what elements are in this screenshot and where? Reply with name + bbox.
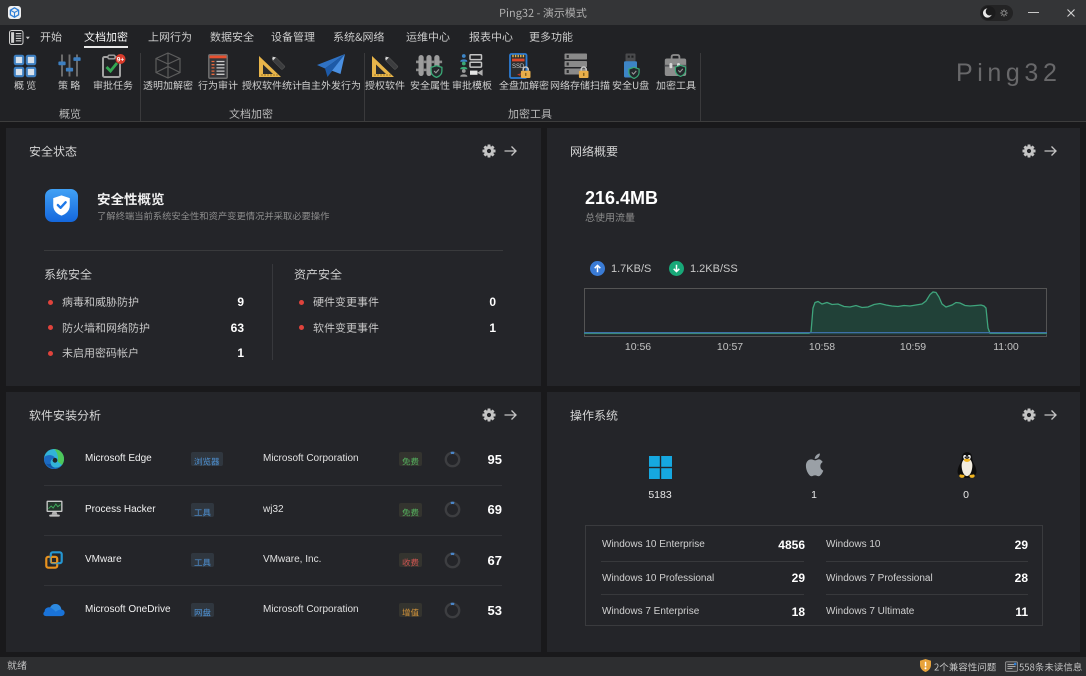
svg-text:9+: 9+ bbox=[117, 56, 125, 63]
